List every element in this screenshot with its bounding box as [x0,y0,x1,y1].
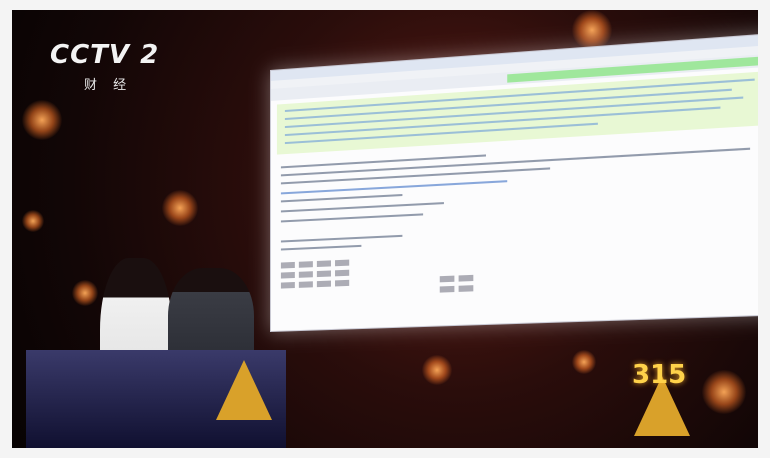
hex-cell [439,275,455,283]
hex-cell [335,279,350,287]
hex-cell [335,259,350,267]
bokeh-light [22,210,44,232]
detail-line [280,167,551,185]
hex-cell [280,282,295,289]
trophy-315-label: 315 [632,360,687,390]
hex-cell [458,285,474,292]
detail-line [280,202,444,213]
hex-cell [298,281,313,288]
channel-logo: CCTV 2 财 经 [50,40,160,100]
projected-screen [270,32,758,332]
hex-cell [458,274,474,282]
hex-line [280,244,362,251]
hex-cell [280,271,295,279]
hex-dump-pane [277,215,758,327]
trophy-315-left [216,360,272,420]
bokeh-light [22,100,62,140]
bokeh-light [702,370,746,414]
bokeh-light [72,280,98,306]
bokeh-light [572,10,612,50]
detail-line [280,213,424,223]
channel-logo-text: CCTV 2 [50,40,160,70]
hex-cell [316,270,331,278]
hex-cell [316,260,331,268]
hex-cell [298,261,313,268]
hex-cell [316,280,331,288]
bokeh-light [162,190,198,226]
channel-logo-subtitle: 财 经 [84,78,133,93]
detail-line [280,193,403,203]
broadcast-frame: CCTV 2 财 经 直播 [12,10,758,448]
hex-cell [280,261,295,269]
hex-line [280,234,403,243]
hex-cell [439,285,455,293]
hex-cell [335,269,350,277]
packet-row [284,96,744,129]
bokeh-light [422,355,452,385]
hex-cell [298,271,313,278]
bokeh-light [572,350,596,374]
